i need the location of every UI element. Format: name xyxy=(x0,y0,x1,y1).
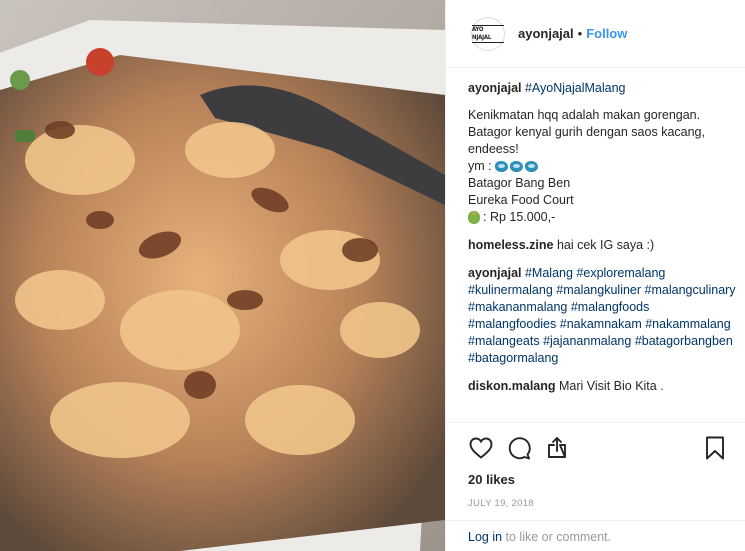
action-icons xyxy=(468,435,728,461)
post-header: AYO NJAJAL ayonjajal • Follow xyxy=(446,0,745,68)
comment-hashtag[interactable]: #malangfoods xyxy=(571,300,650,314)
comment-hashtag[interactable]: #batagormalang xyxy=(468,351,558,365)
post-photo[interactable] xyxy=(0,0,445,551)
instagram-post: AYO NJAJAL ayonjajal • Follow ayonjajal … xyxy=(0,0,745,551)
post-side-panel: AYO NJAJAL ayonjajal • Follow ayonjajal … xyxy=(445,0,745,551)
comment-icon[interactable] xyxy=(506,435,532,461)
post-date: JULY 19, 2018 xyxy=(468,498,534,509)
comment-hashtag[interactable]: #makananmalang xyxy=(468,300,567,314)
bookmark-icon[interactable] xyxy=(702,435,728,461)
caption-line: endeess! xyxy=(468,142,519,156)
comment-text: Mari Visit Bio Kita . xyxy=(559,379,664,393)
comment-item: diskon.malang Mari Visit Bio Kita . xyxy=(468,378,738,395)
share-icon[interactable] xyxy=(544,435,570,461)
money-bag-icon xyxy=(468,211,480,225)
comment-hashtag[interactable]: #jajananmalang xyxy=(543,334,631,348)
comment-username[interactable]: ayonjajal xyxy=(468,266,522,280)
comment-hashtag[interactable]: #Malang xyxy=(525,266,573,280)
caption-username[interactable]: ayonjajal xyxy=(468,81,522,95)
comment-hashtag[interactable]: #batagorbangben xyxy=(635,334,733,348)
comment-item: ayonjajal #Malang #exploremalang #kuline… xyxy=(468,265,738,367)
login-prompt: Log in to like or comment. xyxy=(446,520,745,551)
ym-emoji-icons xyxy=(495,161,539,173)
batagor-image xyxy=(0,0,445,551)
caption-location: Eureka Food Court xyxy=(468,193,574,207)
comment-hashtag[interactable]: #malangeats xyxy=(468,334,540,348)
caption-ym: ym : xyxy=(468,158,738,175)
comment-username[interactable]: homeless.zine xyxy=(468,238,553,252)
comment-hashtag[interactable]: #malangkuliner xyxy=(556,283,641,297)
comment-list: ayonjajal #AyoNjajalMalang Kenikmatan hq… xyxy=(468,80,738,406)
comment-hashtag[interactable]: #malangfoodies xyxy=(468,317,556,331)
comment-hashtag[interactable]: #exploremalang xyxy=(576,266,665,280)
avatar[interactable]: AYO NJAJAL xyxy=(471,16,505,51)
heart-icon[interactable] xyxy=(468,435,494,461)
comment-hashtag[interactable]: #malangculinary xyxy=(645,283,736,297)
caption-place: Batagor Bang Ben xyxy=(468,176,571,190)
caption-line: Kenikmatan hqq adalah makan gorengan. xyxy=(468,108,701,122)
separator-dot: • xyxy=(577,26,583,41)
caption-hashtag[interactable]: #AyoNjajalMalang xyxy=(525,81,626,95)
caption-price: : Rp 15.000,- xyxy=(468,209,738,226)
action-bar: 20 likes JULY 19, 2018 xyxy=(446,422,745,509)
follow-button[interactable]: Follow xyxy=(586,26,627,41)
login-text: to like or comment. xyxy=(502,530,612,544)
header-username[interactable]: ayonjajal xyxy=(518,26,574,41)
comment-hashtag[interactable]: #nakamnakam xyxy=(560,317,642,331)
comment-username[interactable]: diskon.malang xyxy=(468,379,556,393)
comment-hashtag[interactable]: #nakammalang xyxy=(645,317,730,331)
caption-line: Batagor kenyal gurih dengan saos kacang, xyxy=(468,125,705,139)
login-link[interactable]: Log in xyxy=(468,530,502,544)
comment-hashtag[interactable]: #kulinermalang xyxy=(468,283,553,297)
comment-item: homeless.zine hai cek IG saya :) xyxy=(468,237,738,254)
comment-text: hai cek IG saya :) xyxy=(556,238,655,252)
likes-count[interactable]: 20 likes xyxy=(468,472,728,487)
caption: ayonjajal #AyoNjajalMalang Kenikmatan hq… xyxy=(468,80,738,226)
